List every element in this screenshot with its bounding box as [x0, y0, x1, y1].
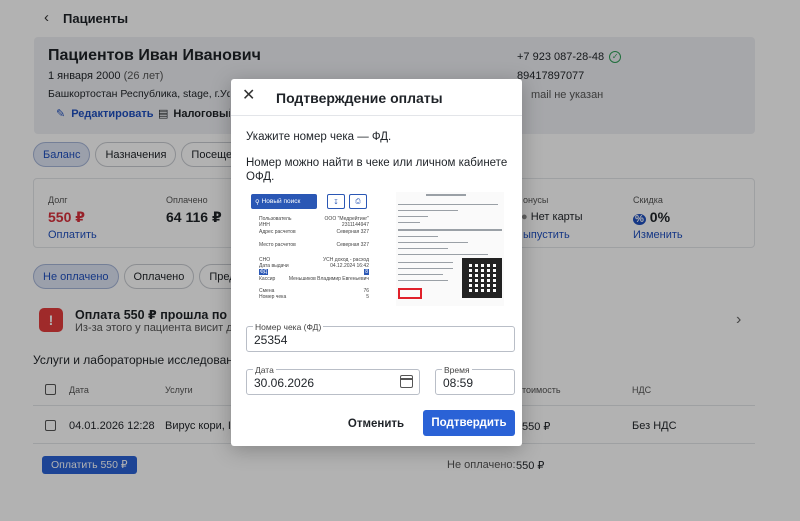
r-value: Северная 327	[336, 229, 369, 235]
receipt-line	[398, 210, 458, 211]
receipt-number-input[interactable]: Номер чека (ФД) 25354	[246, 322, 515, 352]
receipt-row: Место расчетов Северная 327	[259, 242, 369, 248]
confirm-button[interactable]: Подтвердить	[423, 410, 515, 436]
receipt-example-paper	[396, 192, 504, 306]
dialog-instruction: Укажите номер чека — ФД.	[246, 131, 392, 143]
receipt-number-value: 25354	[254, 333, 288, 347]
receipt-row: Адрес расчетов Северная 327	[259, 229, 369, 235]
ofd-search-button: ⚲ Новый поиск	[251, 194, 317, 209]
payment-confirm-dialog: ✕ Подтверждение оплаты Укажите номер чек…	[231, 79, 522, 446]
receipt-line	[398, 216, 428, 217]
receipt-row: Номер чека 5	[259, 294, 369, 300]
date-input[interactable]: Дата 30.06.2026	[246, 365, 420, 395]
receipt-example-ofd: ⚲ Новый поиск ↧ ⎙ Пользователь ООО "Медре…	[249, 192, 371, 302]
r-value: Меньшиков Владимир Евгеньевич	[288, 276, 369, 282]
r-label: Место расчетов	[259, 242, 296, 248]
time-input[interactable]: Время 08:59	[435, 365, 515, 395]
receipt-row: ИНН 2311144947	[259, 222, 369, 228]
r-value: Северная 327	[336, 242, 369, 248]
r-value: 5	[366, 294, 369, 300]
close-icon[interactable]: ✕	[242, 88, 255, 104]
receipt-number-label: Номер чека (ФД)	[253, 322, 324, 332]
receipt-line	[398, 242, 468, 243]
receipt-line	[398, 236, 438, 237]
receipt-row-fd: ФД 8	[259, 269, 369, 275]
receipt-line	[398, 248, 448, 249]
cancel-button[interactable]: Отменить	[339, 411, 413, 436]
date-label: Дата	[253, 365, 276, 375]
calendar-icon[interactable]	[400, 375, 413, 388]
time-label: Время	[442, 365, 472, 375]
fd-highlight-box	[398, 288, 422, 299]
r-label: ИНН	[259, 222, 270, 228]
dialog-hint: Номер можно найти в чеке или личном каби…	[246, 157, 508, 183]
time-value: 08:59	[443, 376, 474, 390]
receipt-line	[398, 280, 448, 281]
r-value: 2311144947	[341, 222, 369, 228]
ofd-search-label: Новый поиск	[261, 198, 301, 205]
r-label: Адрес расчетов	[259, 229, 296, 235]
r-label: Номер чека	[259, 294, 287, 300]
dialog-title: Подтверждение оплаты	[276, 90, 443, 106]
qr-code	[462, 258, 502, 298]
receipt-line	[398, 204, 498, 205]
r-value: 8	[364, 269, 369, 275]
receipt-line	[398, 254, 488, 255]
r-label: ФД	[259, 269, 269, 275]
receipt-line	[398, 268, 453, 269]
receipt-line	[398, 229, 502, 231]
receipt-line	[398, 262, 453, 263]
receipt-line	[398, 274, 443, 275]
receipt-line	[398, 222, 420, 223]
dialog-header: ✕ Подтверждение оплаты	[231, 79, 522, 116]
date-value: 30.06.2026	[254, 376, 315, 390]
receipt-line	[426, 194, 466, 196]
r-label: Кассир	[259, 276, 276, 282]
download-icon: ↧	[327, 194, 345, 209]
print-icon: ⎙	[349, 194, 367, 209]
receipt-row: Кассир Меньшиков Владимир Евгеньевич	[259, 276, 369, 282]
search-icon: ⚲	[255, 198, 262, 206]
